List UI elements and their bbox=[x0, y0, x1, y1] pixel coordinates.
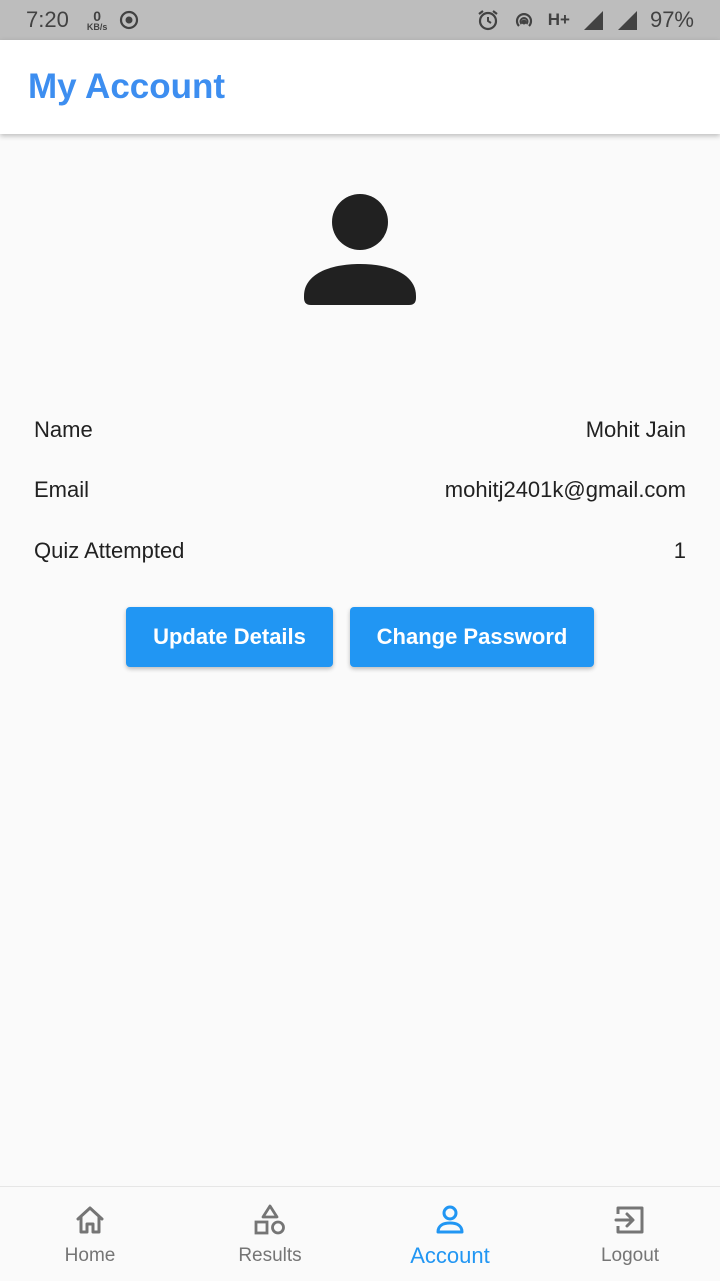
app-bar: My Account bbox=[0, 40, 720, 134]
info-value: 1 bbox=[673, 538, 686, 563]
person-icon bbox=[436, 1205, 464, 1234]
info-label: Email bbox=[34, 477, 90, 502]
info-value: Mohit Jain bbox=[585, 417, 686, 442]
nav-item-home[interactable]: Home bbox=[0, 1187, 180, 1281]
signal-icon-1 bbox=[583, 11, 603, 30]
update-details-button[interactable]: Update Details bbox=[126, 607, 333, 667]
status-bar-right: H+ 97% bbox=[476, 7, 694, 33]
nav-item-results[interactable]: Results bbox=[180, 1187, 360, 1281]
info-value: mohitj2401k@gmail.com bbox=[444, 477, 686, 502]
nav-item-logout[interactable]: Logout bbox=[540, 1187, 720, 1281]
network-speed-value: 0 bbox=[93, 7, 101, 24]
logout-icon bbox=[614, 1206, 644, 1234]
bottom-navigation: Home Results Account Logout bbox=[0, 1186, 720, 1280]
battery-level: 97% bbox=[649, 7, 694, 32]
info-row-name: Name Mohit Jain bbox=[34, 417, 686, 443]
info-row-email: Email mohitj2401k@gmail.com bbox=[34, 477, 686, 503]
info-label: Quiz Attempted bbox=[34, 538, 185, 563]
alarm-icon bbox=[478, 10, 498, 31]
info-label: Name bbox=[34, 417, 93, 442]
shapes-icon bbox=[254, 1204, 285, 1235]
nav-label: Account bbox=[410, 1243, 490, 1268]
status-bar: 7:20 0 KB/s H+ 97% bbox=[0, 0, 720, 40]
nav-label: Home bbox=[64, 1245, 116, 1266]
network-speed-unit: KB/s bbox=[86, 21, 108, 32]
info-row-quiz-attempted: Quiz Attempted 1 bbox=[34, 538, 686, 564]
network-speed: 0 KB/s bbox=[87, 9, 108, 32]
change-password-button[interactable]: Change Password bbox=[350, 607, 594, 667]
nav-label: Logout bbox=[600, 1245, 660, 1266]
nav-item-account[interactable]: Account bbox=[360, 1187, 540, 1281]
signal-icon-2 bbox=[617, 11, 637, 30]
record-icon bbox=[120, 10, 139, 30]
status-bar-left: 7:20 0 KB/s bbox=[26, 7, 139, 33]
hotspot-icon bbox=[515, 13, 532, 27]
network-type: H+ bbox=[547, 10, 570, 29]
status-time: 7:20 bbox=[26, 7, 69, 32]
page-title: My Account bbox=[28, 67, 226, 106]
nav-label: Results bbox=[238, 1245, 302, 1266]
home-icon bbox=[76, 1206, 104, 1234]
avatar-person-icon bbox=[304, 194, 416, 305]
